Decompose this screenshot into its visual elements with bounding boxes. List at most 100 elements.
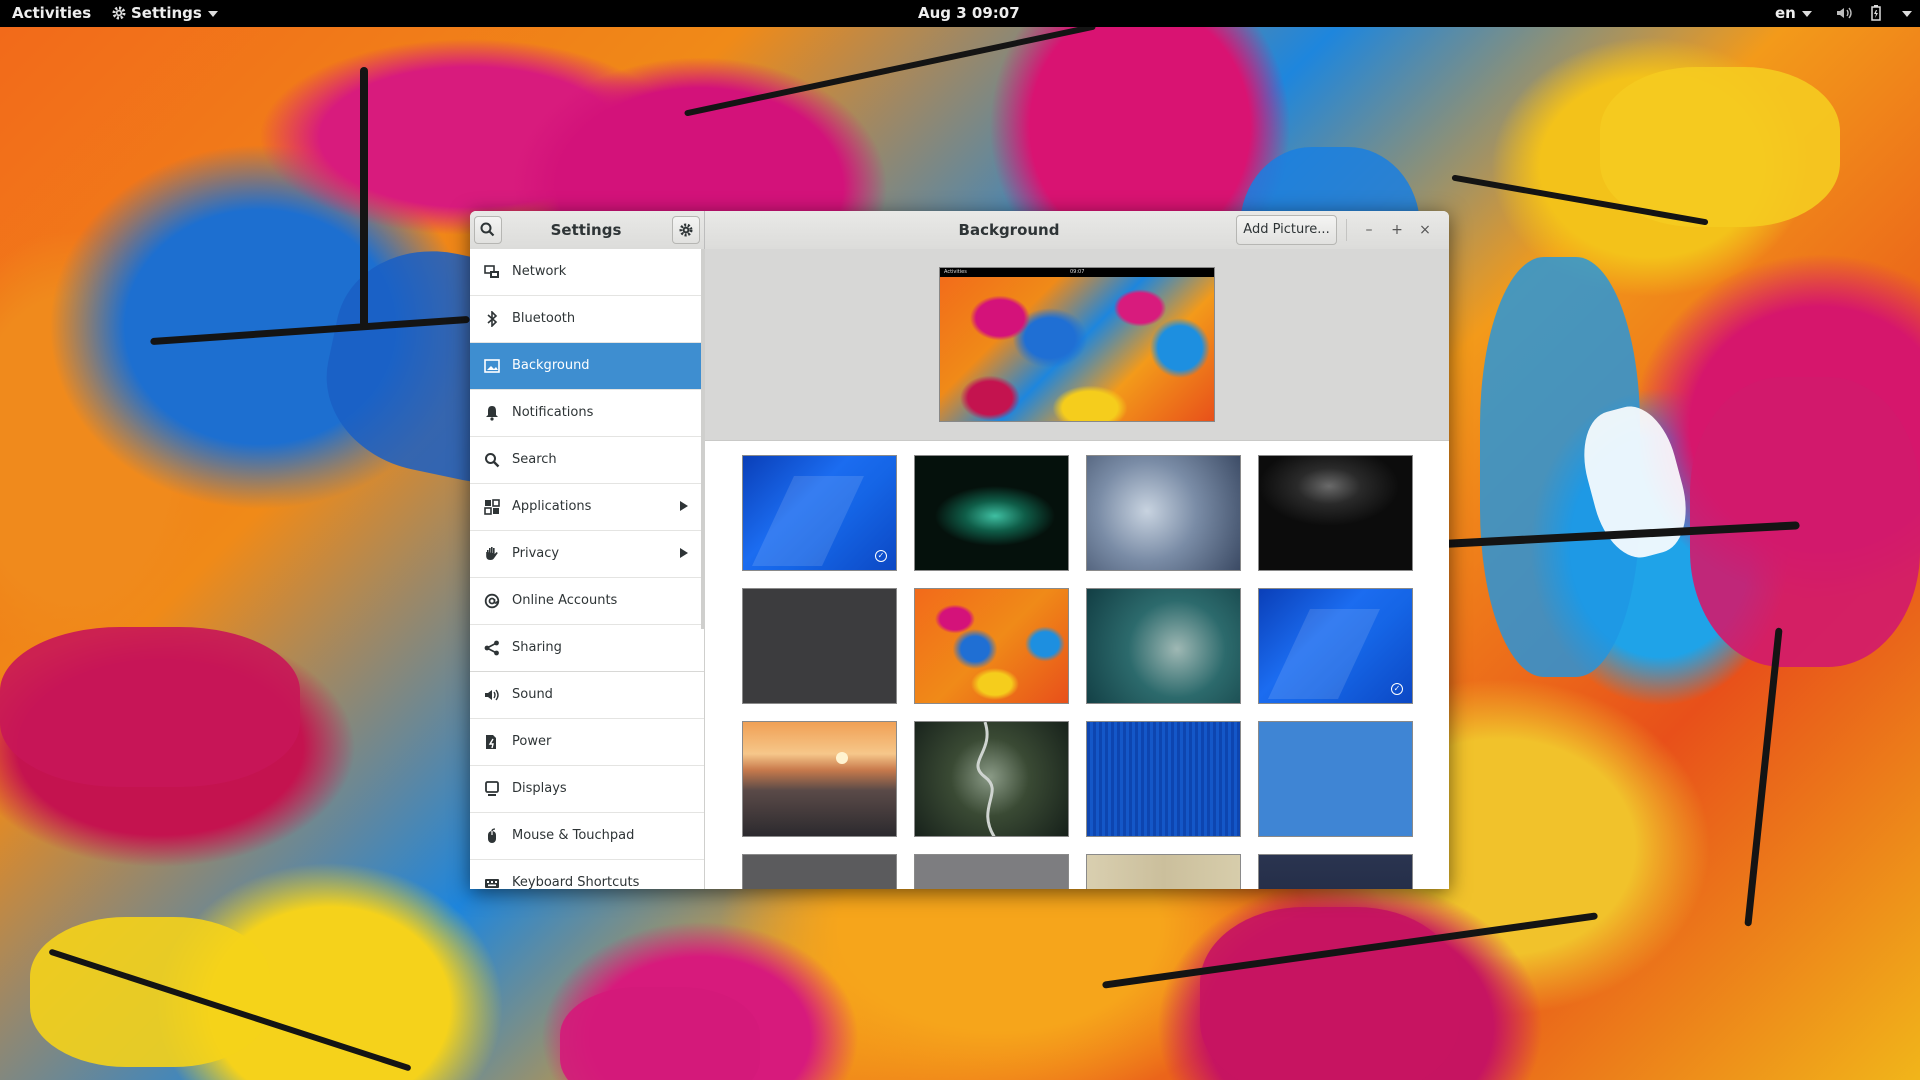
system-menu[interactable] xyxy=(1896,0,1912,27)
sidebar-scrollbar[interactable] xyxy=(701,249,704,629)
wallpaper-thumb-blue-geometric[interactable]: ✓ xyxy=(742,455,897,571)
gear-icon xyxy=(112,6,126,20)
wallpaper-thumb-sunset-sea[interactable] xyxy=(742,721,897,837)
app-menu-label: Settings xyxy=(131,4,202,22)
app-menu[interactable]: Settings xyxy=(111,0,218,27)
wallpaper-thumb-light-blue-texture[interactable] xyxy=(1258,721,1413,837)
wallpaper-thumb-blue-stripes[interactable] xyxy=(1086,721,1241,837)
at-icon xyxy=(484,593,500,609)
sidebar-item-sharing[interactable]: Sharing xyxy=(470,625,704,672)
primary-menu-button[interactable] xyxy=(672,216,700,244)
sidebar-item-network[interactable]: Network xyxy=(470,249,704,296)
wallpaper-thumb-snowy-forest-aerial[interactable] xyxy=(1086,455,1241,571)
preview-clock-label: 09:07 xyxy=(1070,269,1085,275)
wallpaper-thumb-gray-texture[interactable] xyxy=(742,854,897,889)
bell-icon xyxy=(486,406,498,421)
wallpaper-thumb-blue-geometric-lock[interactable]: ✓ xyxy=(1258,588,1413,704)
battery-icon[interactable] xyxy=(1871,5,1881,21)
settings-window: Settings Background Add Picture... – + ×… xyxy=(470,211,1449,889)
wallpaper-thumb-dark-leaves[interactable] xyxy=(1258,455,1413,571)
sidebar-item-label: Privacy xyxy=(512,546,560,561)
sidebar-item-label: Mouse & Touchpad xyxy=(512,828,635,843)
preview-activities-label: Activities xyxy=(944,269,967,275)
header-bar: Settings Background Add Picture... – + × xyxy=(470,211,1449,250)
mouse-icon xyxy=(488,828,496,843)
sidebar-item-label: Keyboard Shortcuts xyxy=(512,875,640,889)
chevron-down-icon xyxy=(1801,10,1812,17)
chevron-down-icon xyxy=(1902,10,1912,17)
panel-title: Background xyxy=(958,221,1060,239)
sidebar-item-label: Applications xyxy=(512,499,592,514)
top-bar: Activities Settings Aug 3 09:07 en xyxy=(0,0,1920,27)
settings-sidebar: Network Bluetooth Background Notificatio… xyxy=(470,249,705,889)
search-button[interactable] xyxy=(474,216,502,244)
submenu-arrow-icon xyxy=(680,548,688,558)
background-panel: Activities 09:07 ✓ ✓ xyxy=(705,249,1449,889)
power-icon xyxy=(486,735,496,749)
wallpaper-thumb-beige-wood[interactable] xyxy=(1086,854,1241,889)
clock[interactable]: Aug 3 09:07 xyxy=(918,0,1020,27)
sidebar-item-label: Network xyxy=(512,264,567,279)
submenu-arrow-icon xyxy=(680,501,688,511)
input-language-menu[interactable]: en xyxy=(1775,0,1812,27)
sidebar-item-privacy[interactable]: Privacy xyxy=(470,531,704,578)
paint-stroke xyxy=(1200,907,1460,1080)
sidebar-item-power[interactable]: Power xyxy=(470,719,704,766)
network-icon xyxy=(484,265,499,278)
chevron-down-icon xyxy=(207,10,218,17)
wallpaper-thumb-dark-texture[interactable] xyxy=(742,588,897,704)
wallpaper-thumb-teal-trees[interactable] xyxy=(1086,588,1241,704)
sidebar-item-label: Sound xyxy=(512,687,553,702)
header-separator xyxy=(1346,219,1347,241)
sidebar-item-notifications[interactable]: Notifications xyxy=(470,390,704,437)
paint-stroke xyxy=(0,627,300,787)
input-language-label: en xyxy=(1775,4,1796,22)
close-button[interactable]: × xyxy=(1414,219,1436,241)
road-shape xyxy=(976,722,996,836)
wallpaper-thumb-green-smoke[interactable] xyxy=(914,455,1069,571)
paint-stroke xyxy=(30,917,270,1067)
sidebar-item-label: Search xyxy=(512,452,557,467)
sidebar-item-displays[interactable]: Displays xyxy=(470,766,704,813)
wallpaper-thumb-winding-road[interactable] xyxy=(914,721,1069,837)
sidebar-item-mouse-touchpad[interactable]: Mouse & Touchpad xyxy=(470,813,704,860)
share-icon xyxy=(484,640,499,656)
paint-line xyxy=(360,67,368,327)
applications-icon xyxy=(484,499,500,515)
thumb-shape xyxy=(1268,609,1380,699)
wallpaper-thumb-dark-navy[interactable] xyxy=(1258,854,1413,889)
maximize-button[interactable]: + xyxy=(1386,219,1408,241)
paint-line xyxy=(1744,627,1783,927)
background-icon xyxy=(484,359,500,373)
sidebar-item-background[interactable]: Background xyxy=(470,343,704,390)
sidebar-item-bluetooth[interactable]: Bluetooth xyxy=(470,296,704,343)
check-icon: ✓ xyxy=(875,550,887,562)
preview-top-bar: Activities 09:07 xyxy=(940,268,1214,277)
background-preview: Activities 09:07 xyxy=(939,267,1215,422)
speaker-icon xyxy=(485,689,499,701)
minimize-button[interactable]: – xyxy=(1358,219,1380,241)
sidebar-item-keyboard-shortcuts[interactable]: Keyboard Shortcuts xyxy=(470,860,704,889)
bluetooth-icon xyxy=(487,311,498,327)
sidebar-item-label: Notifications xyxy=(512,405,594,420)
add-picture-button[interactable]: Add Picture... xyxy=(1236,215,1337,245)
hand-icon xyxy=(486,547,498,560)
display-icon xyxy=(485,781,499,796)
search-icon xyxy=(480,222,495,237)
sidebar-item-applications[interactable]: Applications xyxy=(470,484,704,531)
thumb-shape xyxy=(752,476,864,566)
sidebar-item-online-accounts[interactable]: Online Accounts xyxy=(470,578,704,625)
sidebar-item-label: Power xyxy=(512,734,552,749)
sidebar-item-label: Background xyxy=(512,358,590,373)
wallpaper-thumb-abstract-paint[interactable] xyxy=(914,588,1069,704)
volume-icon[interactable] xyxy=(1836,6,1854,20)
sun-shape xyxy=(836,752,848,764)
paint-line xyxy=(683,27,1097,117)
sidebar-item-sound[interactable]: Sound xyxy=(470,672,704,719)
check-icon: ✓ xyxy=(1391,683,1403,695)
sidebar-item-search[interactable]: Search xyxy=(470,437,704,484)
activities-button[interactable]: Activities xyxy=(12,0,91,27)
sidebar-item-label: Bluetooth xyxy=(512,311,576,326)
sidebar-item-label: Online Accounts xyxy=(512,593,618,608)
wallpaper-thumb-gray-flat[interactable] xyxy=(914,854,1069,889)
